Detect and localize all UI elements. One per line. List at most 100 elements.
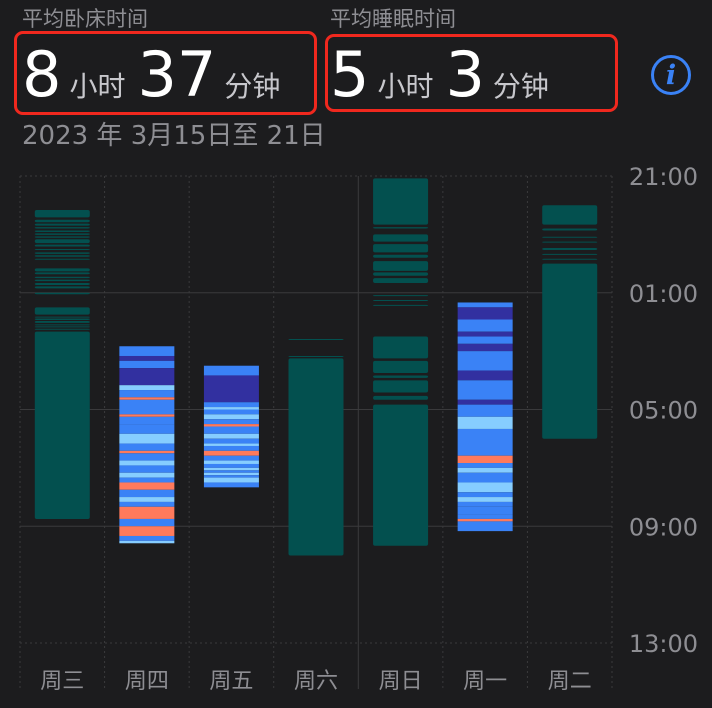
sleep-stage-segment [203,438,259,444]
in-bed-segment [373,304,429,306]
in-bed-segment [34,320,90,323]
sleep-chart: 21:00 01:00 05:00 09:00 13:00 周三 周四 周五 周六 周日 周一 周二 [19,163,698,694]
sleep-stage-segment [203,402,259,408]
sleep-stage-segment [119,450,175,454]
in-bed-segment [34,307,90,315]
category-label: 周三 [40,669,84,694]
in-bed-segment [373,261,429,271]
sleep-stage-segment [203,407,259,410]
in-bed-segment [542,263,598,439]
sleep-stage-segment [203,375,259,403]
sleep-stage-segment [457,492,513,498]
in-bed-segment [373,272,429,276]
sleep-stage-segment [119,526,175,536]
sleep-stage-segment [119,453,175,461]
in-bed-segment [34,233,90,235]
y-tick-label: 13:00 [629,630,698,658]
sleep-stage-segment [457,404,513,417]
in-bed-segment [542,258,598,260]
in-bed-segment [373,380,429,393]
in-bed-segment [34,276,90,279]
sleep-stage-segment [119,390,175,398]
sleep-stage-segment [203,477,259,483]
in-bed-segment [34,244,90,247]
in-bed-segment [34,230,90,232]
in-bed-segment [373,336,429,359]
in-bed-segment [34,248,90,250]
sleep-stage-segment [457,521,513,532]
in-bed-segment [288,338,344,340]
in-bed-segment [373,375,429,378]
sleep-stage-segment [119,465,175,473]
sleep-stage-segment [457,351,513,371]
in-bed-segment [34,324,90,326]
sleep-stage-segment [203,419,259,425]
in-bed-segment [34,239,90,244]
sleep-stage-segment [119,424,175,434]
sleep-stage-segment [457,506,513,515]
in-bed-segment [34,258,90,260]
sleep-stage-segment [119,535,175,541]
category-label: 周五 [209,669,253,694]
in-bed-segment [34,279,90,282]
sleep-stage-segment [203,475,259,478]
in-bed-segment [34,223,90,226]
sleep-stage-segment [119,497,175,502]
sleep-stage-segment [457,501,513,507]
in-bed-segment [542,247,598,250]
sleep-stage-segment [203,445,259,451]
sleep-stage-segment [119,506,175,519]
y-tick-label: 01:00 [629,280,698,308]
in-bed-segment [542,236,598,238]
sleep-stage-segment [203,426,259,434]
sleep-stage-segment [203,472,259,476]
in-bed-segment [34,272,90,275]
sleep-stage-segment [457,467,513,473]
sleep-stage-segment [457,472,513,483]
sleep-stage-segment [119,540,175,544]
in-bed-segment [34,283,90,285]
in-bed-segment [34,292,90,295]
sleep-stage-segment [203,463,259,468]
sleep-stage-segment [457,370,513,381]
sleep-stage-segment [119,433,175,444]
sleep-stage-segment [119,385,175,391]
in-bed-segment [542,253,598,255]
sleep-stage-segment [119,443,175,451]
sleep-stage-segment [457,428,513,456]
y-tick-label: 09:00 [629,513,698,541]
category-label: 周六 [294,669,338,694]
sleep-stage-segment [203,424,259,427]
sleep-stage-segment [203,409,259,415]
in-bed-segment [373,278,429,284]
in-bed-segment [373,360,429,374]
in-bed-segment [288,355,344,357]
in-bed-segment [34,316,90,318]
sleep-stage-segment [119,477,175,483]
sleep-stage-segment [119,414,175,417]
in-bed-segment [34,331,90,519]
in-bed-segment [373,178,429,225]
sleep-stage-segment [457,336,513,344]
sleep-stage-segment [203,443,259,446]
sleep-stage-segment [457,482,513,493]
sleep-stage-segment [457,463,513,468]
sleep-stage-segment [203,467,259,471]
sleep-stage-segment [203,450,259,456]
sleep-stage-segment [119,368,175,386]
sleep-stage-segment [119,416,175,425]
sleep-stage-segment [119,355,175,361]
in-bed-segment [542,205,598,225]
sleep-stage-segment [119,397,175,400]
sleep-stage-segment [457,399,513,405]
sleep-stage-segment [457,319,513,332]
in-bed-segment [373,300,429,302]
sleep-stage-segment [119,501,175,507]
sleep-stage-segment [457,302,513,308]
in-bed-segment [373,234,429,242]
sleep-stage-segment [457,455,513,464]
sleep-stage-segment [457,416,513,429]
sleep-stage-segment [203,433,259,439]
y-tick-label: 05:00 [629,397,698,425]
sleep-stage-segment [119,460,175,466]
